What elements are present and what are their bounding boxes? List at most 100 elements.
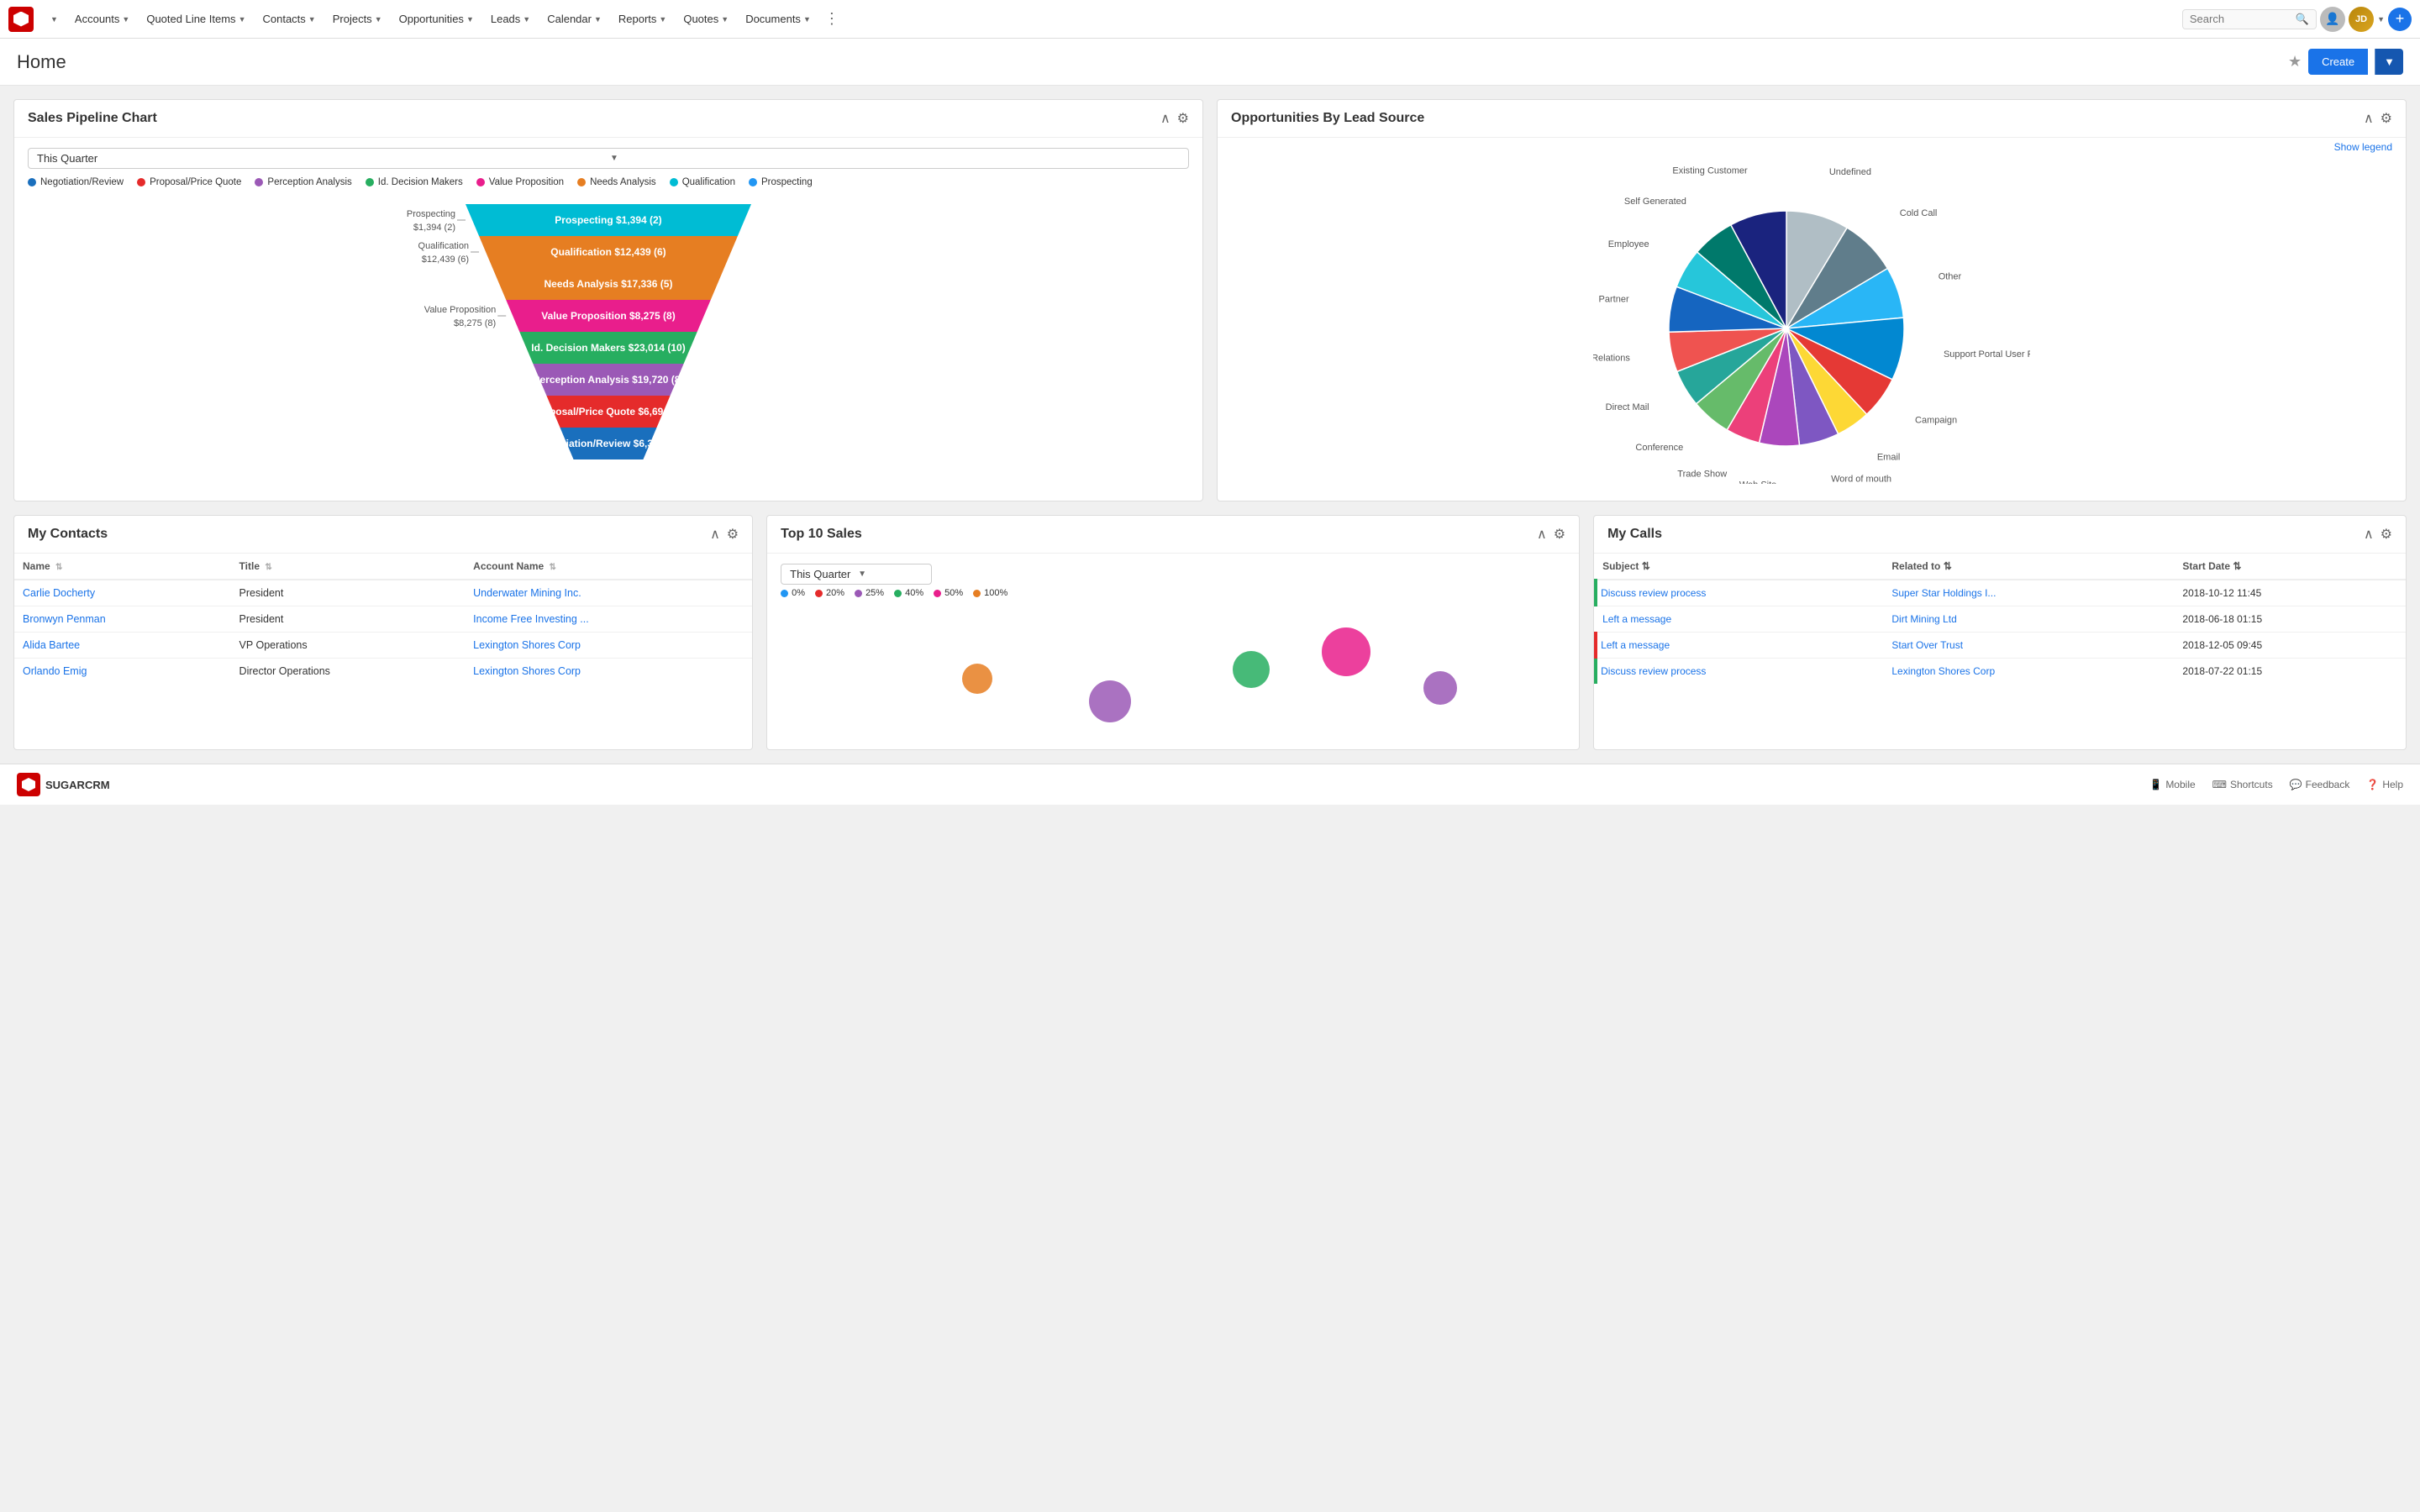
footer-help-link[interactable]: ❓ Help — [2366, 779, 2403, 790]
avatar-chevron-icon[interactable]: ▼ — [2377, 15, 2385, 24]
sidebar-item-calendar[interactable]: Calendar ▼ — [540, 9, 608, 29]
col-name[interactable]: Name ⇅ — [14, 554, 231, 580]
quick-add-button[interactable]: + — [2388, 8, 2412, 31]
contact-account-link[interactable]: Lexington Shores Corp — [473, 639, 581, 651]
pie-label: Support Portal User Registration — [1944, 349, 2030, 360]
opp-by-lead-collapse-button[interactable]: ∧ — [2364, 110, 2374, 127]
table-row: Bronwyn Penman President Income Free Inv… — [14, 606, 752, 633]
bubble[interactable] — [962, 664, 992, 694]
col-start-date[interactable]: Start Date ⇅ — [2175, 554, 2406, 580]
sidebar-item-documents[interactable]: Documents ▼ — [739, 9, 818, 29]
search-input[interactable] — [2190, 13, 2291, 25]
quoted-chevron-icon: ▼ — [239, 15, 246, 24]
create-button[interactable]: Create — [2308, 49, 2368, 75]
contact-account-link[interactable]: Underwater Mining Inc. — [473, 587, 581, 599]
opp-by-lead-card: Opportunities By Lead Source ∧ ⚙ Show le… — [1217, 99, 2407, 501]
call-related-link[interactable]: Start Over Trust — [1891, 639, 1963, 651]
call-related-cell: Dirt Mining Ltd — [1885, 606, 2175, 633]
page-header-actions: ★ Create ▼ — [2288, 49, 2403, 75]
avatar[interactable]: JD — [2349, 7, 2374, 32]
col-subject[interactable]: Subject ⇅ — [1596, 554, 1885, 580]
call-related-link[interactable]: Dirt Mining Ltd — [1891, 613, 1956, 625]
footer-logo-text: SUGARCRM — [45, 779, 110, 791]
bubble[interactable] — [1233, 651, 1270, 688]
legend-item: Needs Analysis — [577, 177, 656, 187]
call-date-cell: 2018-06-18 01:15 — [2175, 606, 2406, 633]
contact-name-link[interactable]: Bronwyn Penman — [23, 613, 106, 625]
create-dropdown-button[interactable]: ▼ — [2375, 49, 2403, 75]
contact-account-link[interactable]: Income Free Investing ... — [473, 613, 589, 625]
bubble[interactable] — [1089, 680, 1131, 722]
contact-account-link[interactable]: Lexington Shores Corp — [473, 665, 581, 677]
top10-sales-collapse-button[interactable]: ∧ — [1537, 526, 1547, 543]
call-subject-link[interactable]: Discuss review process — [1601, 665, 1706, 677]
legend-label: Proposal/Price Quote — [150, 177, 241, 187]
footer-logo-shape — [22, 778, 35, 791]
call-subject-link[interactable]: Left a message — [1601, 639, 1670, 651]
leads-chevron-icon: ▼ — [523, 15, 530, 24]
quotes-chevron-icon: ▼ — [721, 15, 729, 24]
my-contacts-settings-button[interactable]: ⚙ — [727, 526, 739, 543]
pie-label: Self Generated — [1624, 197, 1686, 207]
call-related-link[interactable]: Lexington Shores Corp — [1891, 665, 1995, 677]
legend-dot-icon — [670, 178, 678, 186]
call-subject-link[interactable]: Left a message — [1602, 613, 1671, 625]
top10-filter[interactable]: This Quarter ▼ — [781, 564, 932, 585]
sales-pipeline-collapse-button[interactable]: ∧ — [1160, 110, 1171, 127]
pie-label: Partner — [1599, 295, 1629, 305]
app-logo[interactable] — [8, 7, 34, 32]
col-related[interactable]: Related to ⇅ — [1885, 554, 2175, 580]
my-calls-header: My Calls ∧ ⚙ — [1594, 516, 2406, 554]
funnel-chart: Prospecting $1,394 (2)Qualification $12,… — [28, 196, 1189, 490]
legend-label: Needs Analysis — [590, 177, 656, 187]
opp-by-lead-settings-button[interactable]: ⚙ — [2381, 110, 2392, 127]
sidebar-item-quotes[interactable]: Quotes ▼ — [676, 9, 735, 29]
contact-name-link[interactable]: Carlie Docherty — [23, 587, 95, 599]
footer-shortcuts-link[interactable]: ⌨ Shortcuts — [2212, 779, 2273, 790]
nav-contacts-label: Contacts — [262, 13, 305, 25]
footer-feedback-link[interactable]: 💬 Feedback — [2290, 779, 2350, 790]
top10-sales-settings-button[interactable]: ⚙ — [1554, 526, 1565, 543]
search-icon[interactable]: 🔍 — [2296, 13, 2309, 26]
more-items-button[interactable]: ⋮ — [821, 10, 843, 28]
sidebar-item-reports[interactable]: Reports ▼ — [612, 9, 673, 29]
user-icon-button[interactable]: 👤 — [2320, 7, 2345, 32]
legend-label: Perception Analysis — [267, 177, 351, 187]
show-legend-link[interactable]: Show legend — [1218, 138, 2406, 156]
favorite-star-icon[interactable]: ★ — [2288, 53, 2302, 71]
bubble[interactable] — [1322, 627, 1370, 676]
bubble-legend-item: 0% — [781, 588, 805, 598]
my-contacts-collapse-button[interactable]: ∧ — [710, 526, 720, 543]
call-related-link[interactable]: Super Star Holdings I... — [1891, 587, 1996, 599]
my-calls-settings-button[interactable]: ⚙ — [2381, 526, 2392, 543]
top10-sales-card: Top 10 Sales ∧ ⚙ This Quarter ▼ 0%20%25%… — [766, 515, 1580, 750]
sidebar-item-accounts[interactable]: Accounts ▼ — [68, 9, 136, 29]
sales-pipeline-actions: ∧ ⚙ — [1160, 110, 1189, 127]
bubble[interactable] — [1423, 671, 1457, 705]
top10-sales-body: This Quarter ▼ 0%20%25%40%50%100% — [767, 554, 1579, 749]
sidebar-item-contacts[interactable]: Contacts ▼ — [255, 9, 322, 29]
my-contacts-card: My Contacts ∧ ⚙ Name ⇅ Title ⇅ Account N… — [13, 515, 753, 750]
opp-by-lead-actions: ∧ ⚙ — [2364, 110, 2392, 127]
legend-label: Negotiation/Review — [40, 177, 124, 187]
nav-item-appicon[interactable]: ▼ — [44, 12, 65, 27]
contact-name-link[interactable]: Alida Bartee — [23, 639, 80, 651]
footer-mobile-link[interactable]: 📱 Mobile — [2149, 779, 2195, 790]
bottom-row: My Contacts ∧ ⚙ Name ⇅ Title ⇅ Account N… — [13, 515, 2407, 750]
page-header: Home ★ Create ▼ — [0, 39, 2420, 86]
sidebar-item-leads[interactable]: Leads ▼ — [484, 9, 537, 29]
nav-opps-label: Opportunities — [399, 13, 464, 25]
sidebar-item-opportunities[interactable]: Opportunities ▼ — [392, 9, 481, 29]
contact-account-cell: Lexington Shores Corp — [465, 633, 752, 659]
sales-pipeline-settings-button[interactable]: ⚙ — [1177, 110, 1189, 127]
sidebar-item-quoted-line-items[interactable]: Quoted Line Items ▼ — [139, 9, 252, 29]
sidebar-item-projects[interactable]: Projects ▼ — [326, 9, 389, 29]
legend-dot-icon — [28, 178, 36, 186]
my-calls-collapse-button[interactable]: ∧ — [2364, 526, 2374, 543]
col-account[interactable]: Account Name ⇅ — [465, 554, 752, 580]
contact-name-link[interactable]: Orlando Emig — [23, 665, 87, 677]
feedback-icon: 💬 — [2290, 779, 2302, 790]
col-title[interactable]: Title ⇅ — [231, 554, 466, 580]
call-subject-link[interactable]: Discuss review process — [1601, 587, 1706, 599]
sales-pipeline-filter[interactable]: This Quarter ▼ — [28, 148, 1189, 169]
